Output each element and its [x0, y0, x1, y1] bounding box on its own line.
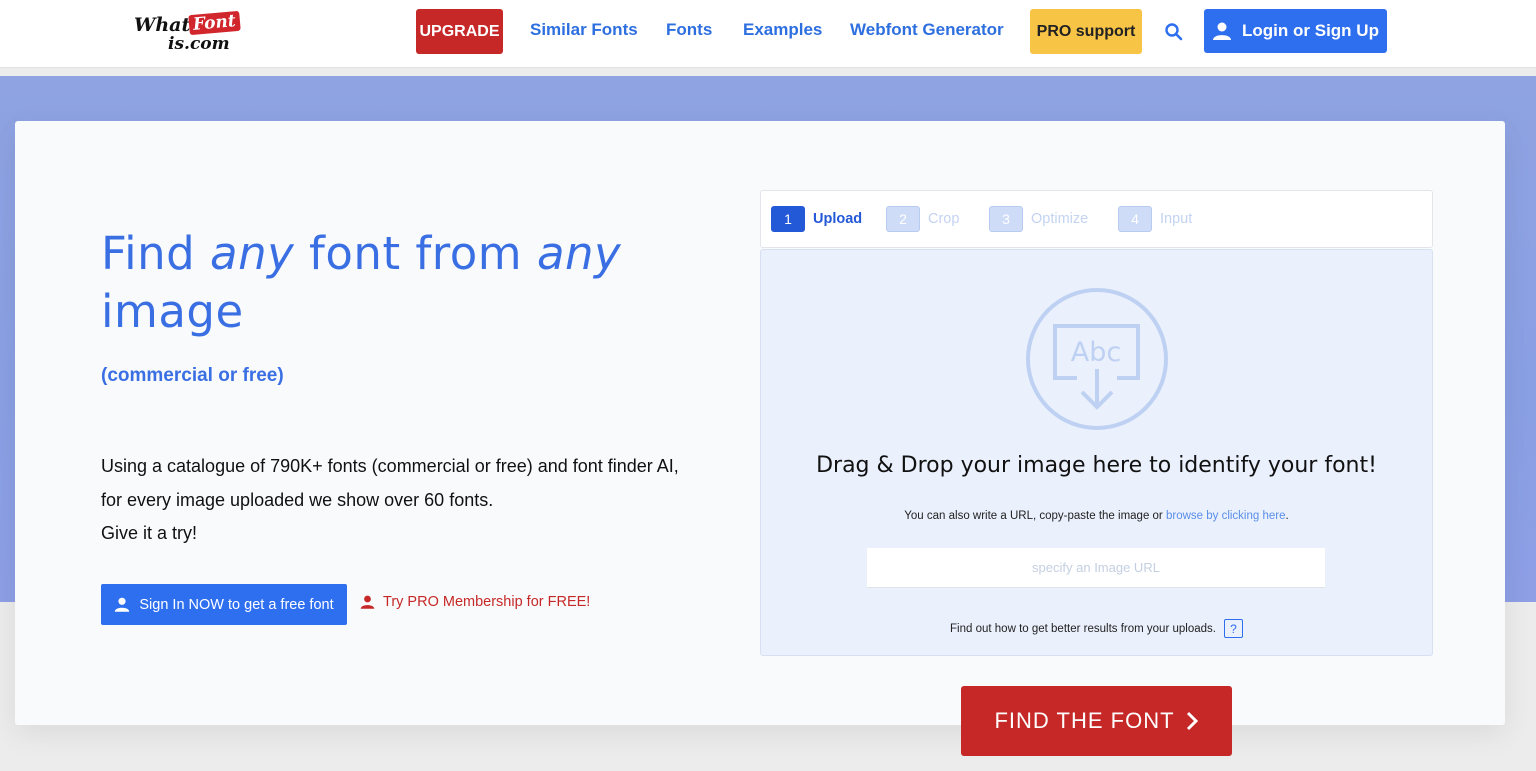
step-number: 4 — [1118, 206, 1152, 232]
login-label: Login or Sign Up — [1242, 21, 1379, 40]
step-optimize[interactable]: 3 Optimize — [989, 206, 1088, 232]
step-label: Input — [1160, 211, 1193, 227]
browse-link[interactable]: browse by clicking here — [1166, 510, 1286, 522]
site-logo[interactable]: What Font is.com — [134, 10, 248, 55]
find-label: FIND THE FONT — [994, 708, 1175, 733]
top-navbar: What Font is.com UPGRADE Similar Fonts F… — [0, 0, 1536, 68]
headline-part: image — [101, 285, 244, 338]
step-input[interactable]: 4 Input — [1118, 206, 1192, 232]
step-number: 1 — [771, 206, 805, 232]
dropzone-subtext: You can also write a URL, copy-paste the… — [760, 510, 1433, 522]
hero-subline: (commercial or free) — [101, 365, 284, 386]
image-upload-icon[interactable]: Abc — [1024, 286, 1170, 432]
upload-tips: Find out how to get better results from … — [760, 619, 1433, 638]
nav-link-fonts[interactable]: Fonts — [666, 20, 712, 40]
try-pro-membership-link[interactable]: Try PRO Membership for FREE! — [360, 594, 590, 610]
chevron-right-icon — [1186, 711, 1198, 731]
headline-emphasis: any — [210, 227, 295, 280]
step-label: Upload — [813, 211, 863, 227]
description-line: Using a catalogue of 790K+ fonts (commer… — [101, 456, 679, 476]
subtext-part: . — [1285, 510, 1289, 522]
nav-link-webfont-generator[interactable]: Webfont Generator — [850, 20, 1004, 40]
image-url-input[interactable] — [867, 548, 1325, 588]
step-crop[interactable]: 2 Crop — [886, 206, 959, 232]
headline-emphasis: any — [536, 227, 622, 280]
hero-description: Using a catalogue of 790K+ fonts (commer… — [101, 450, 741, 551]
upgrade-button[interactable]: UPGRADE — [416, 9, 503, 54]
hero-headline: Find any font from any image — [101, 225, 741, 341]
sign-in-free-font-button[interactable]: Sign In NOW to get a free font — [101, 584, 347, 625]
logo-iscom: is.com — [168, 34, 230, 54]
search-icon[interactable] — [1164, 22, 1184, 42]
help-icon[interactable]: ? — [1223, 619, 1243, 638]
upload-steps: 1 Upload 2 Crop 3 Optimize 4 Input — [760, 190, 1433, 248]
headline-part: Find — [101, 227, 211, 280]
step-label: Crop — [928, 211, 960, 227]
dropzone-title: Drag & Drop your image here to identify … — [816, 453, 1377, 478]
user-icon — [360, 595, 375, 609]
nav-link-similar-fonts[interactable]: Similar Fonts — [530, 20, 638, 40]
description-line: Give it a try! — [101, 523, 198, 543]
user-icon — [115, 597, 130, 612]
step-upload[interactable]: 1 Upload — [771, 206, 862, 232]
subtext-part: You can also write a URL, copy-paste the… — [904, 510, 1166, 522]
sign-in-label: Sign In NOW to get a free font — [139, 596, 334, 613]
upload-icon-text: Abc — [1071, 337, 1121, 368]
headline-part: font from — [294, 227, 537, 280]
description-line: for every image uploaded we show over 60… — [101, 489, 494, 510]
logo-font: Font — [188, 10, 241, 36]
tips-text: Find out how to get better results from … — [950, 622, 1216, 635]
step-number: 3 — [989, 206, 1023, 232]
step-label: Optimize — [1031, 211, 1089, 227]
step-number: 2 — [886, 206, 920, 232]
nav-link-examples[interactable]: Examples — [743, 20, 822, 40]
login-signup-button[interactable]: Login or Sign Up — [1204, 9, 1387, 53]
find-the-font-button[interactable]: FIND THE FONT — [961, 686, 1232, 756]
pro-link-label: Try PRO Membership for FREE! — [383, 594, 591, 610]
logo-what: What — [134, 14, 191, 36]
user-icon — [1213, 22, 1232, 40]
pro-support-button[interactable]: PRO support — [1030, 9, 1142, 54]
